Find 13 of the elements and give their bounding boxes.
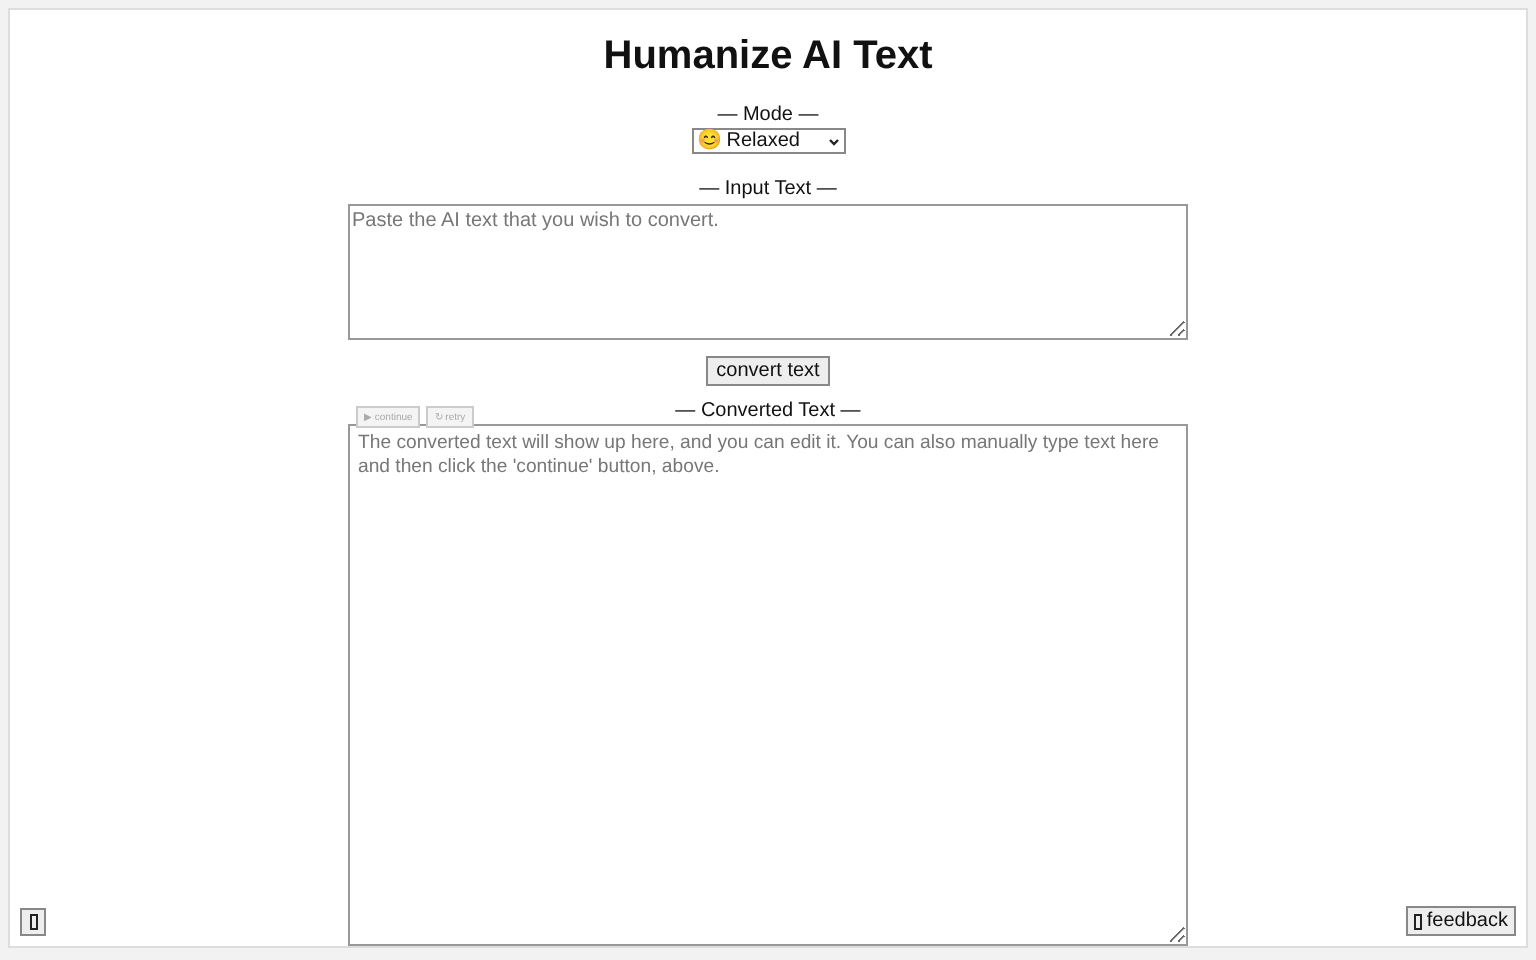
output-field[interactable]: The converted text will show up here, and you can edit it. You can also manually type text here and then click the 'continue' button, above. <box>348 424 1188 946</box>
icon-button[interactable] <box>20 908 46 936</box>
feedback-button[interactable]: feedback <box>1406 906 1516 936</box>
convert-button[interactable]: convert text <box>706 356 830 387</box>
caret-icon <box>827 135 839 147</box>
input-field[interactable]: Paste the AI text that you wish to convert. <box>348 204 1188 341</box>
glyph-icon <box>29 914 37 930</box>
mode-dropdown[interactable]: 😊 Relaxed <box>691 128 845 154</box>
input-label: — Input Text — <box>699 178 837 202</box>
mode-label: — Mode — <box>717 104 819 128</box>
page-title: Humanize AI Text <box>603 34 933 80</box>
glyph-icon <box>1414 913 1423 929</box>
output-label: — Converted Text — <box>675 400 861 425</box>
